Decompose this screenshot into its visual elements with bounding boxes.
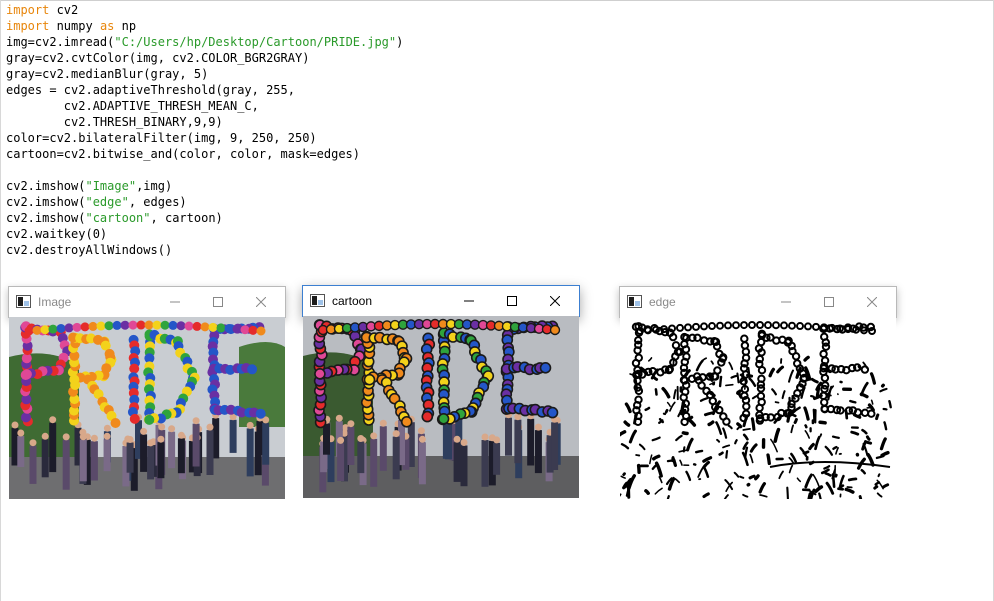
- window-title: Image: [38, 295, 72, 309]
- code-line: edges = cv2.adaptiveThreshold(gray, 255,: [6, 83, 295, 97]
- app-window-icon: [627, 295, 642, 308]
- code-line: cv2.imshow("edge", edges): [6, 195, 187, 209]
- window-title: edge: [649, 295, 676, 309]
- code-line: cv2.ADAPTIVE_THRESH_MEAN_C,: [6, 99, 259, 113]
- code-line: gray=cv2.cvtColor(img, cv2.COLOR_BGR2GRA…: [6, 51, 310, 65]
- close-icon: [256, 297, 266, 307]
- code-line: import numpy as np: [6, 19, 137, 33]
- maximize-icon: [213, 297, 223, 307]
- code-editor[interactable]: import cv2 import numpy as np img=cv2.imre…: [6, 2, 403, 258]
- minimize-icon: [170, 301, 180, 303]
- maximize-icon: [507, 296, 517, 306]
- code-line: import cv2: [6, 3, 79, 17]
- code-line: cv2.waitkey(0): [6, 227, 108, 241]
- close-button[interactable]: [541, 291, 569, 311]
- close-icon: [867, 297, 877, 307]
- maximize-button[interactable]: [498, 291, 526, 311]
- window-title: cartoon: [332, 294, 373, 308]
- pride-cartoon-image: [303, 316, 579, 498]
- cartoon-window-titlebar[interactable]: cartoon: [303, 286, 579, 316]
- close-button[interactable]: [858, 292, 886, 312]
- editor-top-border: [0, 0, 994, 1]
- app-window-icon: [310, 294, 325, 307]
- maximize-button[interactable]: [815, 292, 843, 312]
- code-line: gray=cv2.medianBlur(gray, 5): [6, 67, 209, 81]
- app-window-icon: [16, 295, 31, 308]
- maximize-icon: [824, 297, 834, 307]
- code-line: color=cv2.bilateralFilter(img, 9, 250, 2…: [6, 131, 317, 145]
- maximize-button[interactable]: [204, 292, 232, 312]
- pride-edges-image: [620, 317, 896, 499]
- code-line: cv2.destroyAllWindows(): [6, 243, 173, 257]
- edge-window-titlebar[interactable]: edge: [620, 287, 896, 317]
- editor-left-border: [0, 0, 1, 601]
- code-line: img=cv2.imread("C:/Users/hp/Desktop/Cart…: [6, 35, 404, 49]
- code-line: cv2.imshow("cartoon", cartoon): [6, 211, 223, 225]
- pride-photo-image: [9, 317, 285, 499]
- code-line: cv2.THRESH_BINARY,9,9): [6, 115, 223, 129]
- cartoon-window[interactable]: cartoon: [302, 285, 580, 498]
- minimize-button[interactable]: [772, 292, 800, 312]
- code-line: cartoon=cv2.bitwise_and(color, color, ma…: [6, 147, 361, 161]
- minimize-button[interactable]: [455, 291, 483, 311]
- minimize-icon: [464, 300, 474, 302]
- close-icon: [550, 296, 560, 306]
- minimize-icon: [781, 301, 791, 303]
- image-window[interactable]: Image: [8, 286, 286, 499]
- image-window-titlebar[interactable]: Image: [9, 287, 285, 317]
- edge-window[interactable]: edge: [619, 286, 897, 499]
- code-line: cv2.imshow("Image",img): [6, 179, 173, 193]
- close-button[interactable]: [247, 292, 275, 312]
- minimize-button[interactable]: [161, 292, 189, 312]
